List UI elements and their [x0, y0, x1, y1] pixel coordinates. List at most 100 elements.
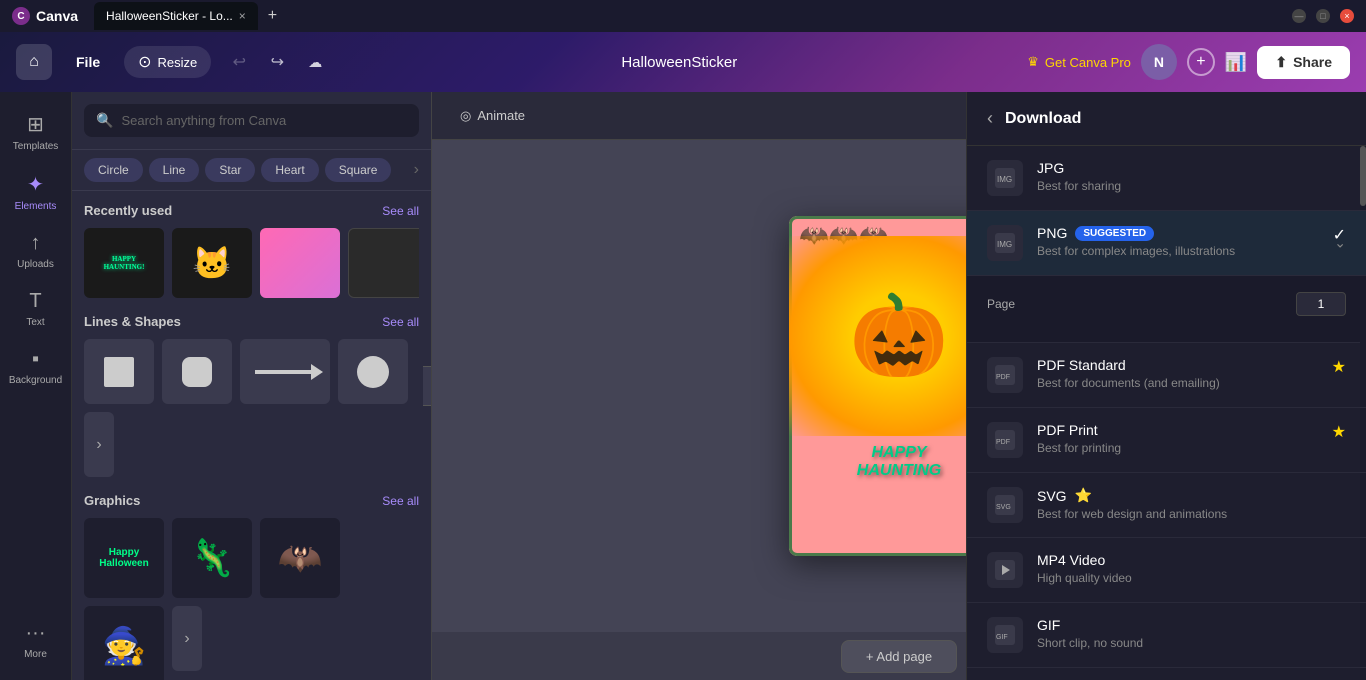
jpg-desc: Best for sharing	[1037, 179, 1346, 193]
window-controls: — □ ×	[1292, 9, 1354, 23]
recent-item-cat[interactable]: 🐱	[172, 228, 252, 298]
sidebar-item-more[interactable]: ··· More	[6, 614, 66, 668]
shapes-more-button[interactable]: ›	[84, 412, 114, 477]
edit-toolbar: ↩ ↪ ☁	[223, 46, 331, 78]
chip-heart[interactable]: Heart	[261, 158, 318, 182]
maximize-button[interactable]: □	[1316, 9, 1330, 23]
header-center: HalloweenSticker	[343, 54, 1015, 71]
graphics-more-button[interactable]: ›	[172, 606, 202, 671]
svg-pro-badge: ⭐	[1075, 487, 1092, 504]
user-avatar[interactable]: N	[1141, 44, 1177, 80]
recent-item-gradient[interactable]	[260, 228, 340, 298]
recent-item-text[interactable]: HAPPYHAUNTING!	[84, 228, 164, 298]
title-bar: C Canva HalloweenSticker - Lo... × + — □…	[0, 0, 1366, 32]
page-input[interactable]: 1	[1296, 292, 1346, 316]
format-item-svg[interactable]: SVG SVG ⭐ Best for web design and animat…	[967, 473, 1366, 538]
save-button[interactable]: ☁	[299, 46, 331, 78]
graphics-see-all[interactable]: See all	[382, 494, 419, 508]
tab-close-button[interactable]: ×	[239, 9, 246, 23]
graphic-item-text[interactable]: HappyHalloween	[84, 518, 164, 598]
sidebar-item-background[interactable]: ▪ Background	[6, 340, 66, 394]
home-button[interactable]: ⌂	[16, 44, 52, 80]
format-item-pdf-print[interactable]: PDF PDF Print Best for printing ★	[967, 408, 1366, 473]
svg-text:PDF: PDF	[996, 439, 1010, 446]
sidebar-item-text[interactable]: T Text	[6, 282, 66, 336]
arrow-shape	[255, 370, 315, 374]
gif-name: GIF	[1037, 617, 1346, 633]
png-info: PNG SUGGESTED Best for complex images, i…	[1037, 225, 1319, 258]
file-menu[interactable]: File	[64, 48, 112, 76]
graphic-item-witch[interactable]: 🧙	[84, 606, 164, 680]
resize-button[interactable]: ⊙ Resize	[124, 46, 211, 78]
format-item-jpg[interactable]: IMG JPG Best for sharing	[967, 146, 1366, 211]
add-team-button[interactable]: +	[1187, 48, 1215, 76]
mp4-icon	[987, 552, 1023, 588]
recently-used-grid: HAPPYHAUNTING! 🐱 ›	[84, 228, 419, 298]
chips-more-button[interactable]: ›	[414, 161, 419, 179]
sidebar-item-elements[interactable]: ✦ Elements	[6, 164, 66, 220]
graphic-halloween-text: HappyHalloween	[99, 547, 148, 569]
get-pro-button[interactable]: ♛ Get Canva Pro	[1027, 54, 1131, 70]
content-panel: 🔍 Circle Line Star Heart Square › Recent…	[72, 92, 432, 680]
sidebar-item-uploads[interactable]: ↑ Uploads	[6, 224, 66, 278]
active-tab[interactable]: HalloweenSticker - Lo... ×	[94, 2, 258, 30]
close-button[interactable]: ×	[1340, 9, 1354, 23]
crown-icon: ♛	[1027, 54, 1039, 70]
lines-shapes-see-all[interactable]: See all	[382, 315, 419, 329]
search-input[interactable]	[121, 113, 407, 128]
resize-label: Resize	[158, 55, 198, 70]
jpg-info: JPG Best for sharing	[1037, 160, 1346, 193]
chip-star[interactable]: Star	[205, 158, 255, 182]
format-item-pdf-standard[interactable]: PDF PDF Standard Best for documents (and…	[967, 343, 1366, 408]
jpg-name: JPG	[1037, 160, 1346, 176]
svg-text:IMG: IMG	[997, 175, 1012, 184]
undo-button[interactable]: ↩	[223, 46, 255, 78]
redo-button[interactable]: ↪	[261, 46, 293, 78]
format-item-gif[interactable]: GIF GIF Short clip, no sound	[967, 603, 1366, 668]
pdf-standard-icon: PDF	[987, 357, 1023, 393]
shape-arrow[interactable]	[240, 339, 330, 404]
graphic-item-dragon[interactable]: 🦎	[172, 518, 252, 598]
sidebar-item-templates[interactable]: ⊞ Templates	[6, 104, 66, 160]
png-name: PNG SUGGESTED	[1037, 225, 1319, 241]
panel-scroll: Recently used See all HAPPYHAUNTING! 🐱 ›…	[72, 191, 431, 680]
rounded-shape	[182, 357, 212, 387]
minimize-button[interactable]: —	[1292, 9, 1306, 23]
chip-line[interactable]: Line	[149, 158, 200, 182]
new-tab-button[interactable]: +	[262, 5, 283, 27]
tab-area: HalloweenSticker - Lo... × +	[94, 2, 283, 30]
pdf-print-info: PDF Print Best for printing	[1037, 422, 1318, 455]
share-button[interactable]: ⬆ Share	[1257, 46, 1350, 79]
circle-shape	[357, 356, 389, 388]
chips-row: Circle Line Star Heart Square ›	[72, 150, 431, 191]
collapse-panel-button[interactable]: ‹	[423, 366, 432, 406]
app-name: Canva	[36, 8, 78, 24]
download-scroll[interactable]: IMG JPG Best for sharing IMG	[967, 146, 1366, 680]
shape-rounded[interactable]	[162, 339, 232, 404]
header-toolbar: ⌂ File ⊙ Resize ↩ ↪ ☁ HalloweenSticker ♛…	[0, 32, 1366, 92]
left-sidebar: ⊞ Templates ✦ Elements ↑ Uploads T Text …	[0, 92, 72, 680]
download-back-button[interactable]: ‹	[987, 108, 993, 129]
chip-circle[interactable]: Circle	[84, 158, 143, 182]
format-item-mp4[interactable]: MP4 Video High quality video	[967, 538, 1366, 603]
graphic-item-bat[interactable]: 🦇	[260, 518, 340, 598]
pdf-print-desc: Best for printing	[1037, 441, 1318, 455]
templates-icon: ⊞	[27, 112, 44, 137]
animate-button[interactable]: ◎ Animate	[448, 102, 537, 130]
svg-text:GIF: GIF	[996, 634, 1008, 641]
page-counter: 1	[1296, 292, 1346, 316]
add-page-button[interactable]: + Add page	[841, 640, 957, 673]
recently-used-see-all[interactable]: See all	[382, 204, 419, 218]
share-label: Share	[1293, 54, 1332, 70]
shape-square[interactable]	[84, 339, 154, 404]
suggested-badge: SUGGESTED	[1075, 226, 1154, 241]
recent-item-dark[interactable]	[348, 228, 419, 298]
chip-square[interactable]: Square	[325, 158, 392, 182]
format-item-png[interactable]: IMG PNG SUGGESTED Best for complex image…	[967, 211, 1366, 276]
svg-name: SVG ⭐	[1037, 487, 1346, 504]
analytics-button[interactable]: 📊	[1225, 52, 1247, 73]
page-label: Page	[987, 297, 1015, 311]
animate-icon: ◎	[460, 108, 471, 124]
search-input-wrap[interactable]: 🔍	[84, 104, 419, 137]
shape-circle[interactable]	[338, 339, 408, 404]
